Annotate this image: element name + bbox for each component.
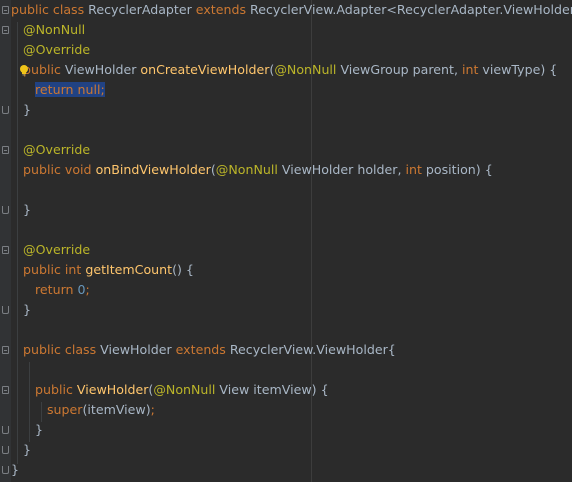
- code-line-closing-brace[interactable]: }: [11, 420, 43, 440]
- code-line-return-zero[interactable]: return 0;: [11, 280, 90, 300]
- fold-marker-icon[interactable]: [2, 246, 9, 254]
- code-line-closing-brace[interactable]: }: [11, 440, 31, 460]
- fold-marker-icon[interactable]: [2, 446, 9, 454]
- code-line-annotation-override[interactable]: @Override: [11, 140, 90, 160]
- fold-marker-icon[interactable]: [2, 26, 9, 34]
- fold-marker-icon[interactable]: [2, 466, 9, 474]
- code-line-super-call[interactable]: super(itemView);: [11, 400, 155, 420]
- fold-marker-icon[interactable]: [2, 346, 9, 354]
- code-editor[interactable]: public class RecyclerAdapter extends Rec…: [0, 0, 572, 482]
- code-line-closing-brace[interactable]: }: [11, 300, 31, 320]
- fold-marker-icon[interactable]: [2, 206, 9, 214]
- code-line-oncreateviewholder[interactable]: public ViewHolder onCreateViewHolder(@No…: [11, 60, 557, 80]
- code-line-return-null[interactable]: return null;: [11, 80, 105, 100]
- fold-marker-icon[interactable]: [2, 146, 9, 154]
- lightbulb-icon[interactable]: [19, 65, 29, 76]
- editor-gutter[interactable]: [0, 0, 11, 482]
- code-line-class-declaration[interactable]: public class RecyclerAdapter extends Rec…: [11, 0, 572, 20]
- fold-marker-icon[interactable]: [2, 306, 9, 314]
- selected-text: return null;: [35, 82, 105, 97]
- code-line-annotation-nonnull[interactable]: @NonNull: [11, 20, 85, 40]
- fold-marker-icon[interactable]: [2, 386, 9, 394]
- code-line-getitemcount[interactable]: public int getItemCount() {: [11, 260, 194, 280]
- code-line-viewholder-class[interactable]: public class ViewHolder extends Recycler…: [11, 340, 396, 360]
- code-line-closing-brace[interactable]: }: [11, 200, 31, 220]
- code-line-annotation-override[interactable]: @Override: [11, 240, 90, 260]
- code-line-viewholder-constructor[interactable]: public ViewHolder(@NonNull View itemView…: [11, 380, 329, 400]
- code-line-closing-brace[interactable]: }: [11, 100, 31, 120]
- fold-marker-icon[interactable]: [2, 106, 9, 114]
- code-line-annotation-override[interactable]: @Override: [11, 40, 90, 60]
- code-line-closing-brace[interactable]: }: [11, 460, 19, 480]
- code-line-onbindviewholder[interactable]: public void onBindViewHolder(@NonNull Vi…: [11, 160, 493, 180]
- fold-marker-icon[interactable]: [2, 426, 9, 434]
- fold-marker-icon[interactable]: [2, 6, 9, 14]
